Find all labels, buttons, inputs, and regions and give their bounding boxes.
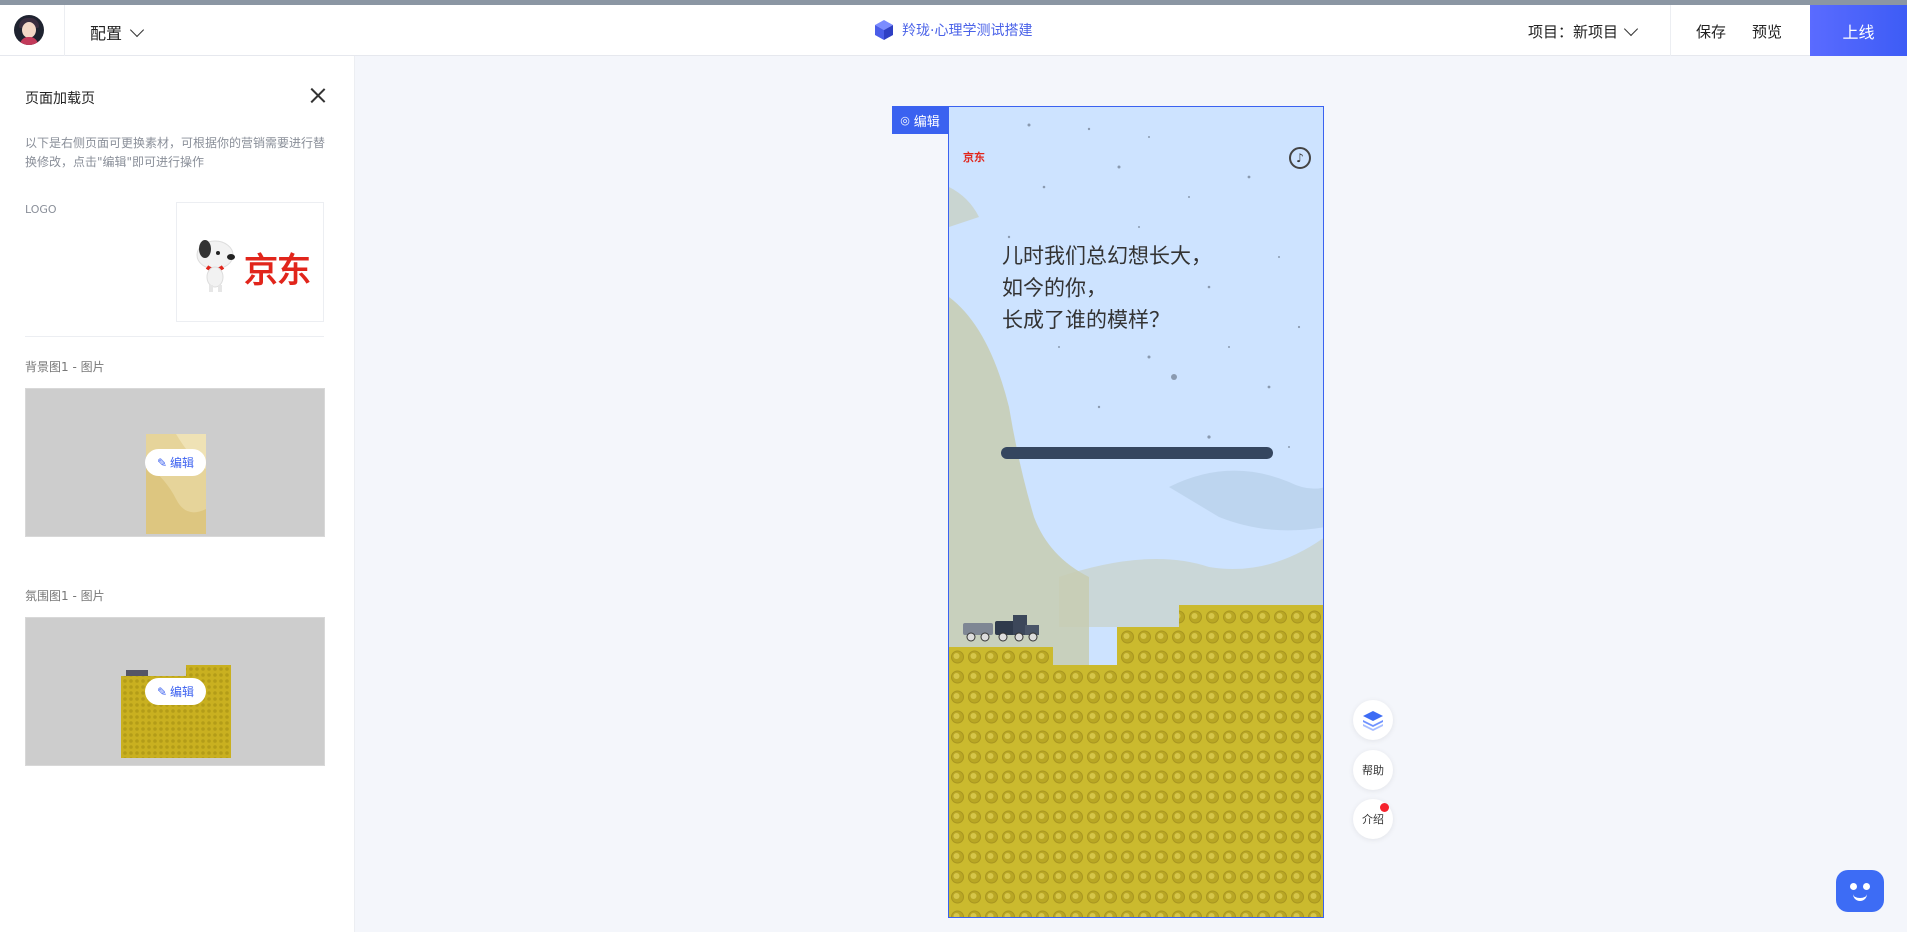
panel-description: 以下是右侧页面可更换素材，可根据你的营销需要进行替换修改，点击"编辑"即可进行操… <box>25 136 326 169</box>
header-divider <box>1670 5 1671 56</box>
intro-line: 儿时我们总幻想长大， <box>1002 244 1212 268</box>
atmosphere-image-label: 氛围图1 - 图片 <box>25 589 105 603</box>
chevron-down-icon <box>1623 21 1639 37</box>
side-panel: 页面加载页 以下是右侧页面可更换素材，可根据你的营销需要进行替换修改，点击"编辑… <box>0 56 355 932</box>
bot-eye <box>1850 883 1857 890</box>
publish-button[interactable]: 上线 <box>1810 5 1907 56</box>
bot-mouth <box>1853 894 1867 901</box>
chevron-down-icon <box>129 22 145 37</box>
assistant-bot-icon[interactable] <box>1836 870 1884 912</box>
music-note-icon[interactable]: ♪ <box>1289 147 1311 169</box>
intro-line: 长成了谁的模样？ <box>1002 308 1170 332</box>
avatar-collar <box>20 37 38 45</box>
help-button[interactable]: 帮助 <box>1353 750 1393 790</box>
pencil-icon: ✎ <box>156 455 168 470</box>
top-bar: 配置 羚珑·心理学测试搭建 项目：新项目 保存 预览 上线 <box>0 5 1907 56</box>
jd-dog-mascot-icon <box>196 240 235 292</box>
brand-name: 羚珑·心理学测试搭建 <box>902 23 1033 39</box>
bg-image-label: 背景图1 - 图片 <box>25 360 105 374</box>
edit-label: 编辑 <box>170 685 195 699</box>
edit-tag-label: 编辑 <box>913 114 940 130</box>
loading-progress-bar <box>1001 447 1273 459</box>
phone-background-art <box>949 123 1323 917</box>
layers-button[interactable] <box>1353 700 1393 740</box>
intro-button[interactable]: 介绍 <box>1353 799 1393 839</box>
edit-label: 编辑 <box>170 456 195 470</box>
layers-icon <box>1363 711 1383 731</box>
config-dropdown[interactable]: 配置 <box>90 20 145 44</box>
brand-cube-icon <box>875 20 893 40</box>
atmosphere-image-thumbnail[interactable]: ✎ 编辑 <box>25 617 325 766</box>
config-label: 配置 <box>90 24 123 43</box>
phone-logo: 京东 <box>963 151 985 164</box>
save-button[interactable]: 保存 <box>1696 21 1726 42</box>
header-divider <box>64 5 65 56</box>
user-avatar[interactable] <box>14 15 44 45</box>
preview-button[interactable]: 预览 <box>1752 21 1782 42</box>
bot-eye <box>1863 883 1870 890</box>
edit-button[interactable]: ✎ 编辑 <box>145 449 206 476</box>
target-icon: ◎ <box>900 113 910 127</box>
logo-thumbnail[interactable]: 京东 <box>176 202 324 322</box>
pencil-icon: ✎ <box>156 684 168 699</box>
logo-label: LOGO <box>25 203 57 216</box>
bg-image-thumbnail[interactable]: ✎ 编辑 <box>25 388 325 537</box>
panel-divider <box>25 336 324 337</box>
canvas-edit-tag[interactable]: ◎ 编辑 <box>892 106 948 134</box>
intro-label: 介绍 <box>1362 813 1384 826</box>
intro-text: 儿时我们总幻想长大， 如今的你， 长成了谁的模样？ <box>1002 240 1212 336</box>
edit-button[interactable]: ✎ 编辑 <box>145 678 206 705</box>
brand: 羚珑·心理学测试搭建 <box>874 19 1032 41</box>
project-label: 项目：新项目 <box>1528 23 1619 41</box>
intro-line: 如今的你， <box>1002 276 1107 300</box>
phone-preview[interactable]: 京东 ♪ 儿时我们总幻想长大， 如今的你， 长成了谁的模样？ <box>948 106 1324 918</box>
notification-dot <box>1380 803 1389 812</box>
close-icon[interactable] <box>308 86 328 106</box>
panel-title: 页面加载页 <box>25 91 95 107</box>
logo-text: 京东 <box>244 251 311 291</box>
avatar-face <box>22 22 36 38</box>
project-dropdown[interactable]: 项目：新项目 <box>1528 21 1639 42</box>
